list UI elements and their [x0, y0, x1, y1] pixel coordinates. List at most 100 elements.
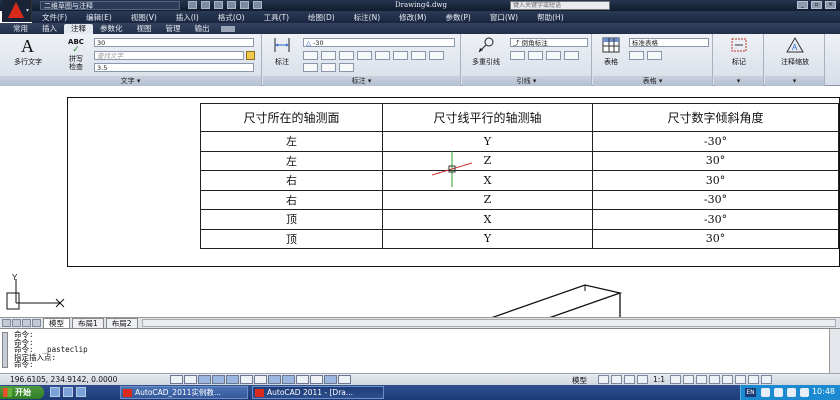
horizontal-scrollbar[interactable]: [141, 319, 836, 327]
close-button[interactable]: ×: [825, 1, 836, 9]
tab-layout1[interactable]: 布局1: [72, 318, 104, 328]
quick-view-drawings-icon[interactable]: [611, 375, 622, 384]
annotation-visibility-icon[interactable]: [670, 375, 682, 384]
dim-baseline-icon[interactable]: [339, 63, 354, 72]
text-style-select[interactable]: 30: [94, 38, 254, 47]
tab-output[interactable]: 输出: [188, 24, 217, 34]
help-tray-icon[interactable]: [761, 388, 770, 397]
dim-break-icon[interactable]: [321, 51, 336, 60]
tab-manage[interactable]: 管理: [159, 24, 188, 34]
text-panel-label[interactable]: 文字 ▾: [0, 76, 261, 86]
minimize-button[interactable]: _: [797, 1, 808, 9]
volume-tray-icon[interactable]: [800, 388, 809, 397]
tab-annotate[interactable]: 注释: [64, 24, 93, 34]
leader-style-select[interactable]: ⤴ 倒角标注: [510, 38, 588, 47]
annotation-scaling-button[interactable]: A 注释缩放: [770, 36, 820, 67]
taskbar-button-autocad[interactable]: AutoCAD 2011 - [Dra...: [252, 386, 384, 399]
drawing-canvas[interactable]: 尺寸所在的轴测面 尺寸线平行的轴测轴 尺寸数字倾斜角度 左 Y -30° 左 Z…: [0, 87, 840, 317]
tab-insert[interactable]: 插入: [35, 24, 64, 34]
workspace-select[interactable]: 二维草图与注释: [40, 1, 180, 10]
menu-edit[interactable]: 编辑(E): [86, 12, 112, 23]
tab-view[interactable]: 视图: [130, 24, 159, 34]
command-window-scrollbar[interactable]: [829, 329, 840, 374]
dim-style-select[interactable]: △ -30: [303, 38, 455, 47]
3dosnap-toggle[interactable]: [240, 375, 253, 384]
open-icon[interactable]: [201, 1, 210, 9]
align-leader-icon[interactable]: [546, 51, 561, 60]
ribbon-options-icon[interactable]: [220, 26, 235, 32]
snap-toggle[interactable]: [170, 375, 183, 384]
find-text-input[interactable]: 查找文字: [94, 51, 244, 60]
security-tray-icon[interactable]: [774, 388, 783, 397]
quick-properties-toggle[interactable]: [324, 375, 337, 384]
undo-icon[interactable]: [227, 1, 236, 9]
dim-inspect-icon[interactable]: [393, 51, 408, 60]
find-text-icon[interactable]: [246, 51, 255, 60]
data-link-icon[interactable]: [629, 51, 644, 60]
zoom-icon[interactable]: [637, 375, 648, 384]
add-leader-icon[interactable]: [510, 51, 525, 60]
search-input[interactable]: 键入关键字或短语: [510, 1, 610, 10]
dim-oblique-icon[interactable]: [429, 51, 444, 60]
quick-view-layouts-icon[interactable]: [598, 375, 609, 384]
dimension-panel-label[interactable]: 标注 ▾: [263, 76, 460, 86]
menu-parametric[interactable]: 参数(P): [445, 12, 470, 23]
mtext-button[interactable]: A 多行文字: [8, 36, 48, 67]
dim-update-icon[interactable]: [321, 63, 336, 72]
start-button[interactable]: 开始: [0, 386, 44, 399]
table-panel-label[interactable]: 表格 ▾: [593, 76, 712, 86]
clock[interactable]: 10:48: [812, 387, 835, 396]
tab-model[interactable]: 模型: [43, 318, 70, 328]
tab-parametric[interactable]: 参数化: [93, 24, 130, 34]
annotation-scale-value[interactable]: 1:1: [653, 375, 665, 384]
dim-jog-icon[interactable]: [411, 51, 426, 60]
table-button[interactable]: 表格: [597, 36, 625, 67]
language-indicator[interactable]: EN: [745, 388, 756, 397]
prev-layout-icon[interactable]: [12, 319, 21, 327]
selection-cycling-toggle[interactable]: [338, 375, 351, 384]
dimension-button[interactable]: 标注: [267, 36, 297, 67]
annotation-scaling-panel-label[interactable]: ▾: [765, 76, 824, 86]
dim-space-icon[interactable]: [339, 51, 354, 60]
table-style-select[interactable]: 标准表格: [629, 38, 709, 47]
menu-tools[interactable]: 工具(T): [264, 12, 289, 23]
pan-icon[interactable]: [624, 375, 635, 384]
spell-check-button[interactable]: ABC ✓ 拼写检查: [62, 36, 90, 71]
network-tray-icon[interactable]: [787, 388, 796, 397]
hardware-accel-icon[interactable]: [722, 375, 734, 384]
transparency-toggle[interactable]: [310, 375, 323, 384]
command-window[interactable]: 命令: 命令: 命令: _pasteclip 指定插入点: 命令:: [0, 328, 840, 374]
menu-format[interactable]: 格式(O): [218, 12, 245, 23]
ortho-toggle[interactable]: [198, 375, 211, 384]
media-icon[interactable]: [76, 387, 86, 397]
desktop-icon[interactable]: [50, 387, 60, 397]
extract-data-icon[interactable]: [647, 51, 662, 60]
otrack-toggle[interactable]: [254, 375, 267, 384]
browser-icon[interactable]: [63, 387, 73, 397]
text-height-select[interactable]: 3.5: [94, 63, 254, 72]
markup-button[interactable]: 标记: [719, 36, 759, 67]
menu-view[interactable]: 视图(V): [131, 12, 157, 23]
collect-leader-icon[interactable]: [564, 51, 579, 60]
save-icon[interactable]: [214, 1, 223, 9]
new-icon[interactable]: [188, 1, 197, 9]
tab-layout2[interactable]: 布局2: [105, 318, 138, 328]
menu-draw[interactable]: 绘图(D): [308, 12, 335, 23]
application-menu-button[interactable]: ▾: [2, 0, 32, 22]
command-prompt[interactable]: 命令:: [0, 361, 840, 369]
menu-dimension[interactable]: 标注(N): [354, 12, 380, 23]
menu-help[interactable]: 帮助(H): [537, 12, 564, 23]
markup-panel-label[interactable]: ▾: [714, 76, 763, 86]
dim-center-icon[interactable]: [375, 51, 390, 60]
menu-file[interactable]: 文件(F): [42, 12, 67, 23]
remove-leader-icon[interactable]: [528, 51, 543, 60]
next-layout-icon[interactable]: [22, 319, 31, 327]
isolate-objects-icon[interactable]: [735, 375, 747, 384]
multileader-button[interactable]: 多重引线: [466, 36, 506, 67]
status-menu-icon[interactable]: [748, 375, 760, 384]
leader-panel-label[interactable]: 引线 ▾: [462, 76, 591, 86]
dim-linear-icon[interactable]: [303, 51, 318, 60]
menu-window[interactable]: 窗口(W): [490, 12, 518, 23]
lock-icon[interactable]: [709, 375, 721, 384]
taskbar-button-tutorial[interactable]: AutoCAD_2011实例教...: [120, 386, 248, 399]
